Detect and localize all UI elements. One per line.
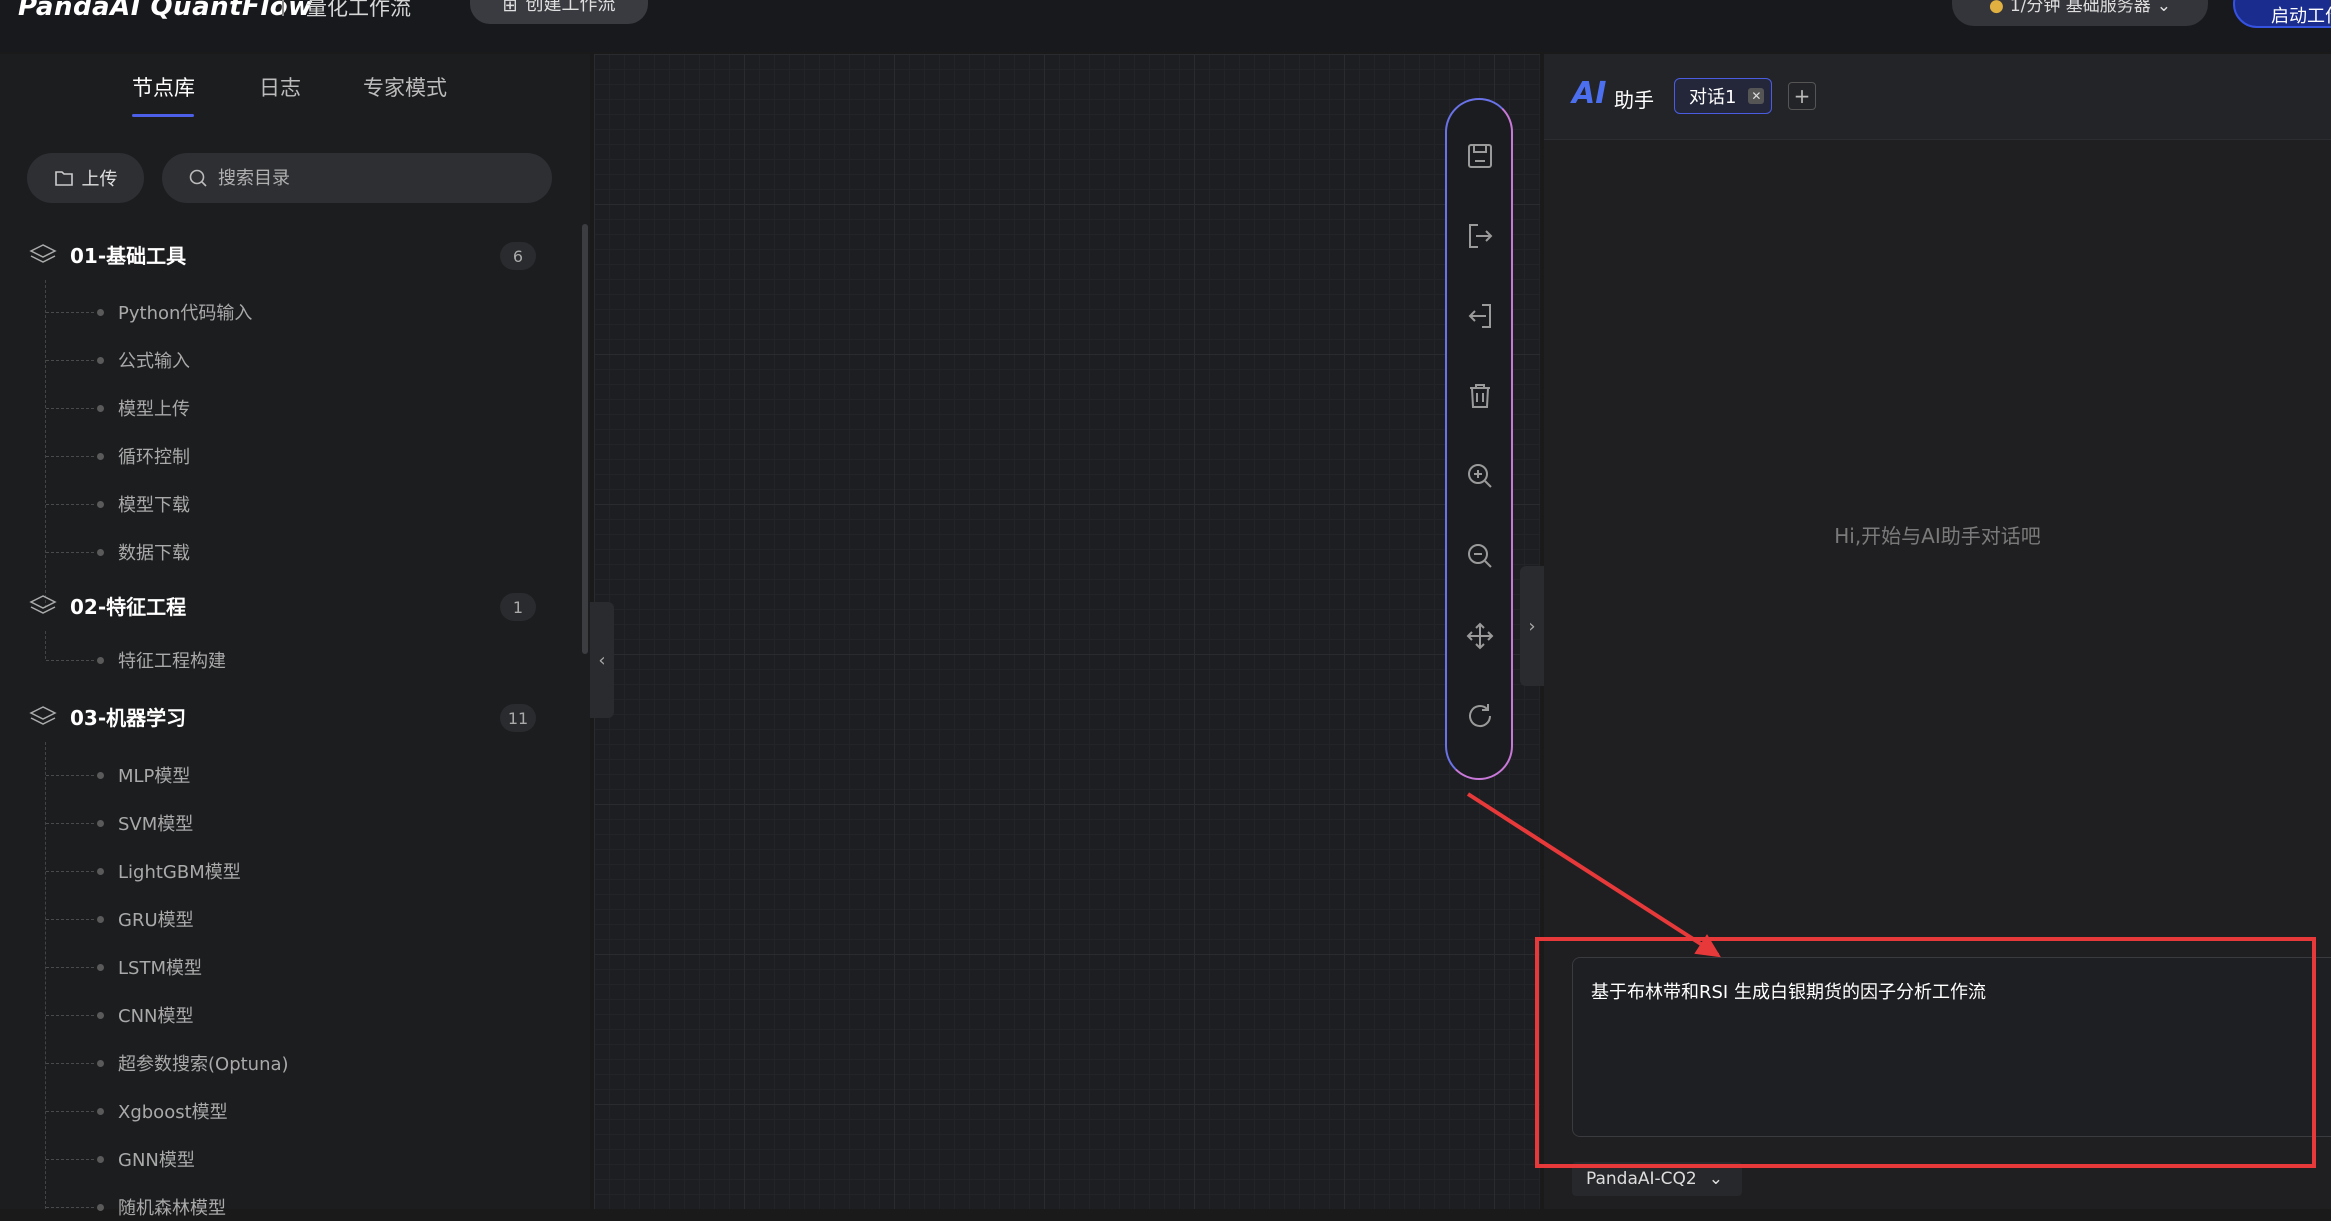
layers-icon [29,243,57,263]
node-item-label: GRU模型 [118,910,194,931]
folder-icon [54,171,73,186]
node-item-label: 随机森林模型 [118,1198,226,1219]
search-icon [189,169,207,187]
group-count-badge: 6 [500,242,536,270]
node-item-label: 超参数搜索(Optuna) [118,1054,289,1075]
node-item[interactable]: LSTM模型 [46,953,202,981]
node-item[interactable]: 模型上传 [46,394,190,422]
node-item[interactable]: MLP模型 [46,761,190,789]
chevron-right-icon: › [1528,615,1536,637]
panel-header: AI 助手 对话1 ✕ + [1544,54,2331,140]
node-library-sidebar: 节点库 日志 专家模式 上传 01-基础工具 6 Python代码输入 公式输入… [0,54,590,1219]
group-title: 03-机器学习 [70,706,187,730]
group-count-badge: 11 [500,704,536,732]
node-item[interactable]: LightGBM模型 [46,857,241,885]
chat-tab-label: 对话1 [1689,87,1737,108]
search-box[interactable] [162,153,552,203]
canvas-toolbar [1445,98,1513,780]
node-item-label: GNN模型 [118,1150,195,1171]
export-icon[interactable] [1464,220,1496,252]
plus-square-icon: ⊞ [502,0,518,16]
annotation-highlight-box [1535,937,2316,1168]
node-item[interactable]: CNN模型 [46,1001,194,1029]
node-item-label: LSTM模型 [118,958,202,979]
import-icon[interactable] [1464,300,1496,332]
node-item-label: 循环控制 [118,447,190,468]
group-header[interactable]: 01-基础工具 [28,240,186,269]
collapse-panel-button[interactable]: › [1520,566,1544,686]
node-item-label: LightGBM模型 [118,862,241,883]
search-input[interactable] [218,167,518,189]
node-item-label: Xgboost模型 [118,1102,228,1123]
top-bar: PandaAI QuantFlow 量化工作流 ⊞ 创建工作流 ● 1/分钟 基… [0,0,2331,52]
node-item-label: 特征工程构建 [118,651,226,672]
collapse-sidebar-button[interactable]: ‹ [590,602,614,718]
server-select[interactable]: ● 1/分钟 基础服务器 ⌄ [1952,0,2208,26]
node-item-label: 公式输入 [118,351,190,372]
node-item-label: 模型下载 [118,495,190,516]
node-item[interactable]: GNN模型 [46,1145,195,1173]
node-item-label: Python代码输入 [118,303,253,324]
node-item-label: SVM模型 [118,814,194,835]
create-workflow-label: 创建工作流 [525,0,616,15]
node-item[interactable]: Xgboost模型 [46,1097,228,1125]
sidebar-scrollbar[interactable] [582,224,588,654]
group-title: 02-特征工程 [70,595,187,619]
ai-logo: AI [1572,76,1607,111]
node-item-label: CNN模型 [118,1006,194,1027]
upload-button[interactable]: 上传 [27,153,144,203]
group-title: 01-基础工具 [70,244,187,268]
page-subtitle: 量化工作流 [306,0,411,20]
delete-icon[interactable] [1464,380,1496,412]
layers-icon [29,705,57,725]
node-item[interactable]: SVM模型 [46,809,193,837]
add-chat-button[interactable]: + [1788,82,1816,110]
node-item[interactable]: 数据下载 [46,538,190,566]
node-item[interactable]: GRU模型 [46,905,194,933]
node-item[interactable]: 模型下载 [46,490,190,518]
plus-icon: + [1793,84,1811,108]
panel-title: 助手 [1614,88,1654,112]
refresh-icon[interactable] [1464,700,1496,732]
chat-tab[interactable]: 对话1 ✕ [1674,78,1772,114]
tab-expert-mode[interactable]: 专家模式 [363,72,447,102]
app-logo: PandaAI QuantFlow [18,0,313,22]
node-item[interactable]: 超参数搜索(Optuna) [46,1049,289,1077]
server-label: 1/分钟 基础服务器 [2009,0,2151,16]
empty-chat-hint: Hi,开始与AI助手对话吧 [1834,524,2041,548]
group-header[interactable]: 03-机器学习 [28,702,186,731]
chevron-down-icon: ⌄ [2156,0,2172,16]
workflow-canvas[interactable] [594,54,1540,1209]
model-label: PandaAI-CQ2 [1586,1169,1697,1189]
chevron-left-icon: ‹ [598,649,606,671]
close-icon[interactable]: ✕ [1748,88,1765,104]
zoom-in-icon[interactable] [1464,460,1496,492]
node-item[interactable]: Python代码输入 [46,298,252,326]
node-item[interactable]: 公式输入 [46,346,190,374]
sidebar-tabs: 节点库 日志 专家模式 [0,54,590,120]
node-item[interactable]: 特征工程构建 [46,646,226,674]
node-item-label: 数据下载 [118,543,190,564]
tab-logs[interactable]: 日志 [259,72,301,102]
move-icon[interactable] [1464,620,1496,652]
upload-label: 上传 [81,169,118,190]
save-icon[interactable] [1464,140,1496,172]
group-count-badge: 1 [500,593,536,621]
layers-icon [29,594,57,614]
chevron-down-icon: ⌄ [1708,1169,1723,1189]
active-tab-indicator [132,114,194,117]
zoom-out-icon[interactable] [1464,540,1496,572]
header-divider [282,0,284,16]
start-workflow-button[interactable]: 启动工作流 [2233,0,2331,28]
node-item[interactable]: 循环控制 [46,442,190,470]
create-workflow-button[interactable]: ⊞ 创建工作流 [470,0,648,24]
tab-node-library[interactable]: 节点库 [132,72,195,102]
group-header[interactable]: 02-特征工程 [28,591,186,620]
node-item[interactable]: 随机森林模型 [46,1193,226,1221]
coin-icon: ● [1988,0,2004,16]
node-item-label: MLP模型 [118,766,191,787]
node-item-label: 模型上传 [118,399,190,420]
